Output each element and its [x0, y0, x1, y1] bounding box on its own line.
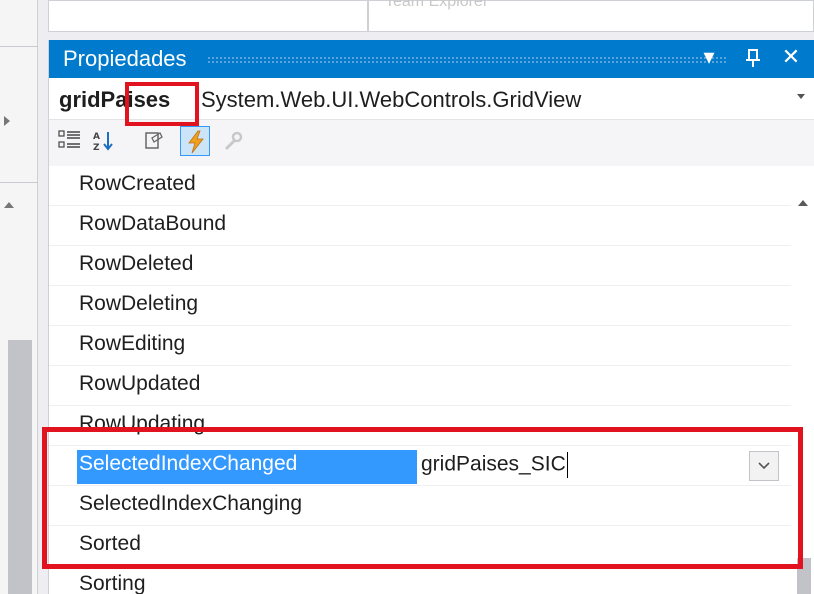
- event-row-rowediting[interactable]: RowEditing: [49, 326, 791, 366]
- events-lightning-icon: [188, 130, 204, 154]
- events-button[interactable]: [180, 126, 210, 156]
- selected-event-highlight: [42, 427, 803, 569]
- drag-grip[interactable]: [207, 56, 727, 64]
- property-pages-button[interactable]: [217, 126, 247, 156]
- event-name: RowDeleting: [79, 292, 199, 315]
- event-name: RowCreated: [79, 172, 196, 195]
- editor-scrollbar[interactable]: [8, 340, 32, 594]
- scroll-up-icon[interactable]: [798, 200, 808, 206]
- event-name: RowUpdated: [79, 372, 201, 395]
- panel-titlebar[interactable]: Propiedades ▾ ✕: [49, 40, 814, 78]
- tab-solution-explorer[interactable]: [48, 0, 368, 32]
- expand-arrow-icon[interactable]: [4, 116, 10, 126]
- top-tab-strip: Team Explorer: [38, 0, 814, 40]
- editor-margin: [0, 0, 38, 594]
- event-name: RowEditing: [79, 332, 186, 355]
- chevron-down-icon[interactable]: [797, 94, 805, 99]
- divider: [0, 182, 38, 183]
- properties-button[interactable]: [139, 126, 169, 156]
- alphabetical-icon: A Z: [93, 132, 113, 153]
- properties-toolbar: A Z: [49, 120, 814, 166]
- event-row-rowdeleting[interactable]: RowDeleting: [49, 286, 791, 326]
- pin-icon[interactable]: [739, 44, 767, 76]
- property-pages-wrench-icon: [224, 131, 243, 151]
- event-name: RowDataBound: [79, 212, 227, 235]
- svg-text:A: A: [93, 132, 100, 142]
- event-row-rowupdated[interactable]: RowUpdated: [49, 366, 791, 406]
- properties-icon: [145, 132, 163, 149]
- tab-label: Team Explorer: [385, 0, 489, 10]
- object-type: System.Web.UI.WebControls.GridView: [201, 87, 582, 112]
- alphabetical-button[interactable]: A Z: [89, 126, 119, 156]
- categorized-icon: [58, 130, 80, 148]
- events-button-highlight: [125, 82, 199, 126]
- event-row-rowdatabound[interactable]: RowDataBound: [49, 206, 791, 246]
- divider: [0, 46, 38, 47]
- svg-text:Z: Z: [93, 143, 100, 153]
- event-name: RowDeleted: [79, 252, 194, 275]
- scroll-up-icon[interactable]: [4, 202, 14, 208]
- dropdown-arrow-icon[interactable]: ▾: [695, 44, 723, 72]
- event-row-rowcreated[interactable]: RowCreated: [49, 166, 791, 206]
- tab-team-explorer[interactable]: Team Explorer: [368, 0, 814, 32]
- close-icon[interactable]: ✕: [777, 44, 805, 72]
- event-row-sorting[interactable]: Sorting: [49, 566, 791, 594]
- event-name: Sorting: [79, 572, 146, 594]
- categorized-button[interactable]: [55, 126, 85, 156]
- event-row-rowdeleted[interactable]: RowDeleted: [49, 246, 791, 286]
- panel-title: Propiedades: [63, 46, 187, 71]
